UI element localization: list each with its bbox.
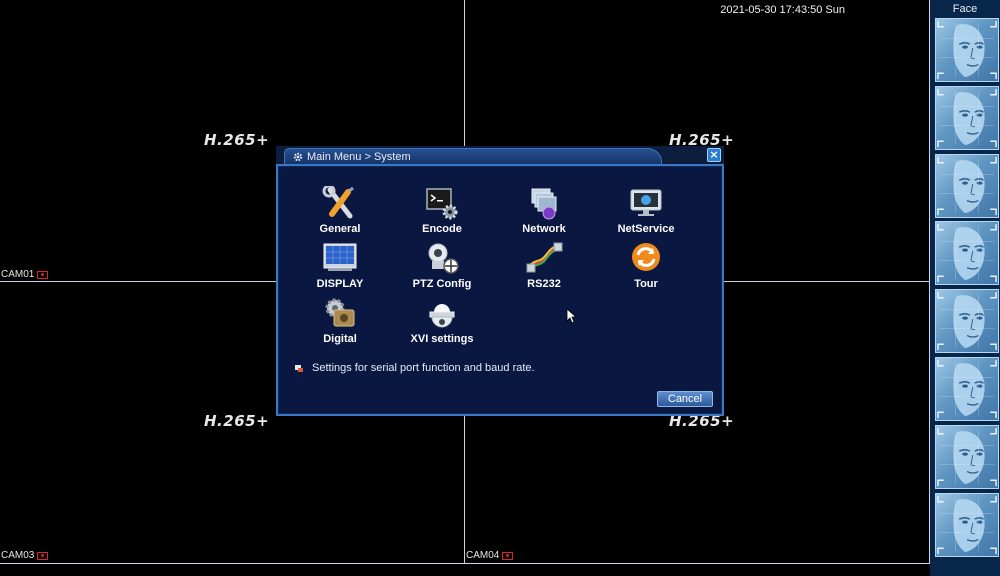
face-scan-icon [937, 156, 997, 215]
face-scan-icon [937, 292, 997, 351]
face-thumbnail[interactable] [935, 424, 999, 489]
menu-item-netservice[interactable]: NetService [591, 186, 701, 238]
dialog-titlebar[interactable]: Main Menu > System × [276, 146, 724, 164]
camera-name: CAM03 [1, 550, 35, 561]
record-icon [502, 551, 514, 560]
camera-label-cam01: CAM01 [1, 269, 49, 280]
grid-bottom-border [0, 563, 930, 564]
menu-item-general[interactable]: General [285, 186, 395, 238]
menu-item-tour[interactable]: Tour [591, 241, 701, 293]
menu-item-network[interactable]: Network [489, 186, 599, 238]
menu-item-encode[interactable]: Encode [387, 186, 497, 238]
dialog-body: General Encode Network NetService DISPLA… [276, 164, 724, 416]
menu-item-label: Digital [323, 333, 357, 345]
cancel-button[interactable]: Cancel [657, 391, 713, 407]
hint-text-row: Settings for serial port function and ba… [294, 362, 535, 374]
face-panel-title: Face [952, 3, 978, 15]
face-thumbnail[interactable] [935, 492, 999, 557]
face-thumbnail[interactable] [935, 221, 999, 286]
codec-label-cam3: H.265+ [204, 412, 270, 430]
face-thumbnail[interactable] [935, 357, 999, 421]
face-thumbnail[interactable] [935, 85, 999, 150]
general-tools-icon [322, 186, 354, 219]
menu-item-label: PTZ Config [412, 278, 472, 290]
menu-item-digital[interactable]: Digital [285, 296, 395, 348]
face-scan-icon [937, 427, 997, 486]
mouse-cursor-icon [566, 308, 576, 324]
dialog-title: Main Menu > System [307, 150, 411, 163]
face-panel: Face [930, 0, 1000, 576]
netservice-icon [630, 189, 662, 216]
menu-item-label: RS232 [527, 278, 561, 290]
menu-item-label: Network [522, 223, 566, 235]
face-scan-icon [937, 495, 997, 554]
menu-item-xvi-settings[interactable]: XVI settings [387, 296, 497, 348]
face-thumbnail[interactable] [935, 18, 999, 82]
menu-item-ptz-config[interactable]: PTZ Config [387, 241, 497, 293]
menu-item-label: DISPLAY [316, 278, 364, 290]
menu-item-display[interactable]: DISPLAY [285, 241, 395, 293]
tour-refresh-icon [632, 243, 660, 271]
face-scan-icon [937, 20, 997, 80]
face-scan-icon [937, 224, 997, 283]
camera-label-cam03: CAM03 [1, 550, 49, 561]
face-thumbnail[interactable] [935, 289, 999, 354]
digital-gear-icon [325, 298, 355, 327]
camera-name: CAM01 [1, 269, 35, 280]
camera-name: CAM04 [466, 550, 500, 561]
menu-item-rs232[interactable]: RS232 [489, 241, 599, 293]
close-button[interactable]: × [707, 148, 721, 162]
datetime-display: 2021-05-30 17:43:50 Sun [720, 4, 845, 16]
rs232-cable-icon [526, 242, 563, 273]
dome-camera-icon [429, 304, 455, 328]
hint-icon [295, 365, 303, 372]
encode-icon [426, 188, 458, 220]
hint-text: Settings for serial port function and ba… [312, 362, 535, 374]
dialog-title-tab: Main Menu > System [284, 148, 662, 164]
record-icon [37, 270, 49, 279]
face-scan-icon [937, 88, 997, 147]
menu-item-label: Tour [634, 278, 658, 290]
system-menu-dialog: Main Menu > System × General Encode Netw… [276, 146, 724, 416]
display-icon [323, 243, 357, 271]
record-icon [37, 551, 49, 560]
face-scan-icon [937, 359, 997, 419]
menu-item-label: Encode [422, 223, 462, 235]
menu-item-label: XVI settings [410, 333, 474, 345]
menu-item-label: NetService [617, 223, 675, 235]
gear-icon [293, 152, 303, 161]
face-thumbnail[interactable] [935, 153, 999, 218]
codec-label-cam1: H.265+ [204, 131, 270, 149]
ptz-camera-icon [428, 243, 459, 274]
network-icon [531, 188, 557, 220]
menu-item-label: General [319, 223, 361, 235]
camera-label-cam04: CAM04 [466, 550, 514, 561]
